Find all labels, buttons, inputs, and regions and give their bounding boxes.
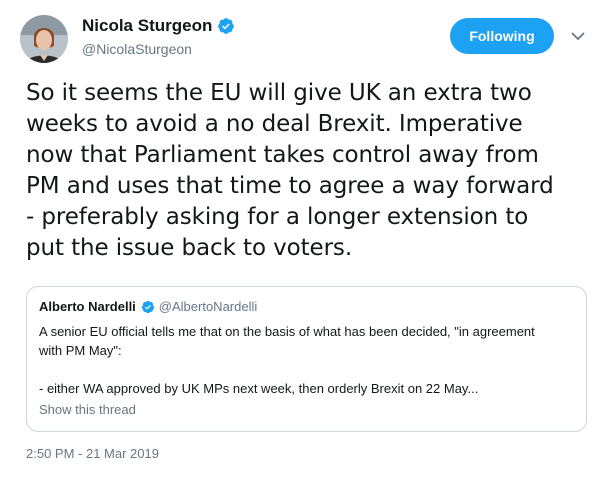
quoted-tweet-text: A senior EU official tells me that on th… [39, 322, 579, 398]
quoted-tweet-header: Alberto Nardelli @AlbertoNardelli [39, 299, 257, 314]
avatar[interactable] [20, 15, 68, 63]
quoted-text-line: with PM May": [39, 343, 122, 358]
tweet-text-line: put the issue back to voters. [26, 235, 353, 261]
quoted-tweet[interactable]: Alberto Nardelli @AlbertoNardelli A seni… [26, 286, 587, 432]
author-handle[interactable]: @NicolaSturgeon [82, 41, 192, 57]
tweet-text: So it seems the EU will give UK an extra… [26, 78, 596, 264]
quoted-text-line: A senior EU official tells me that on th… [39, 324, 535, 339]
tweet-text-line: So it seems the EU will give UK an extra… [26, 80, 532, 106]
tweet-text-line: weeks to avoid a no deal Brexit. Imperat… [26, 111, 523, 137]
following-button[interactable]: Following [450, 18, 554, 54]
chevron-down-icon[interactable] [568, 26, 588, 46]
author-name-row: Nicola Sturgeon [82, 16, 235, 36]
quoted-text-line: - either WA approved by UK MPs next week… [39, 381, 479, 396]
tweet-text-line: PM and uses that time to agree a way for… [26, 173, 554, 199]
quoted-text-line [39, 360, 579, 379]
verified-badge-icon [141, 300, 154, 313]
tweet-header: Nicola Sturgeon @NicolaSturgeon Followin… [20, 12, 595, 64]
quoted-author-handle: @AlbertoNardelli [158, 299, 258, 314]
quoted-author-name: Alberto Nardelli [39, 299, 136, 314]
tweet-text-line: now that Parliament takes control away f… [26, 142, 539, 168]
author-display-name[interactable]: Nicola Sturgeon [82, 16, 212, 36]
verified-badge-icon [218, 18, 235, 34]
tweet-timestamp[interactable]: 2:50 PM - 21 Mar 2019 [26, 446, 159, 461]
show-thread-link[interactable]: Show this thread [39, 402, 136, 417]
tweet-text-line: - preferably asking for a longer extensi… [26, 204, 529, 230]
